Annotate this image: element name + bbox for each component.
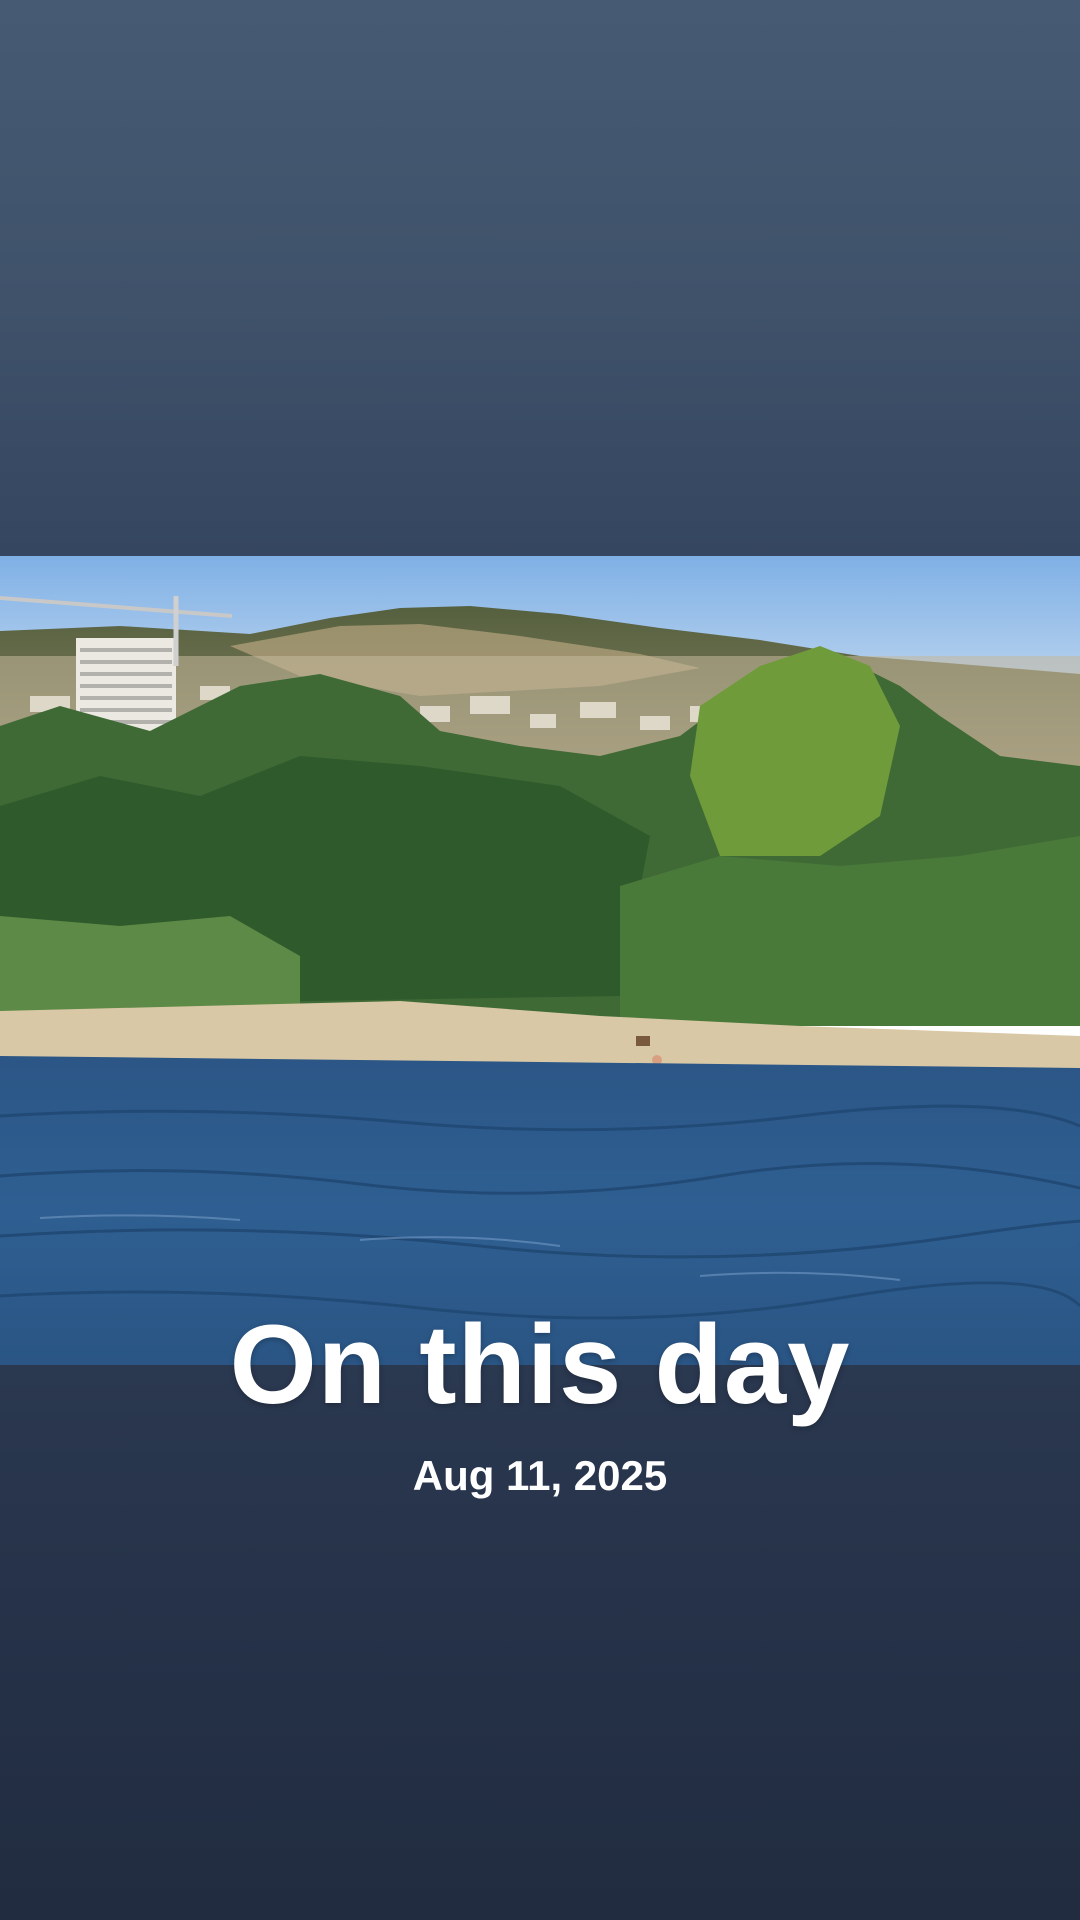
lake-beach-image <box>0 556 1080 1365</box>
top-background-band <box>0 0 1080 556</box>
memory-date: Aug 11, 2025 <box>412 1452 668 1499</box>
bottom-background-band <box>0 1365 1080 1920</box>
memory-photo[interactable] <box>0 556 1080 1365</box>
memory-title: On this day <box>229 1302 851 1427</box>
